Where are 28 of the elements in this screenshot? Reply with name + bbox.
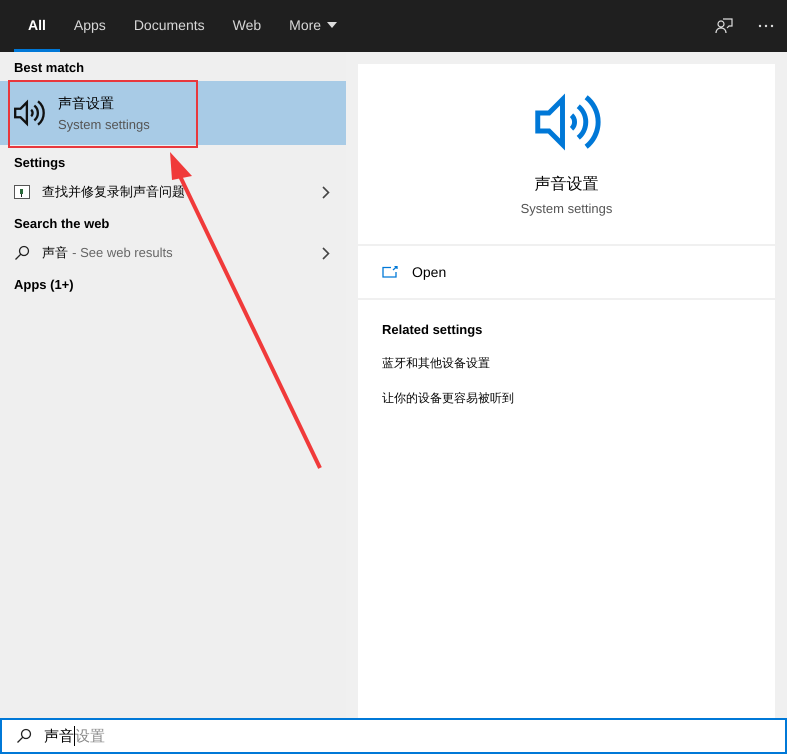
- result-subtitle: System settings: [58, 116, 150, 132]
- search-icon: [16, 728, 32, 744]
- related-heading: Related settings: [382, 322, 484, 337]
- section-heading: Settings: [13, 154, 66, 172]
- feedback-icon: [715, 17, 733, 35]
- section-heading: Best match: [13, 59, 86, 77]
- result-title: 声音设置: [58, 94, 115, 112]
- result-title[interactable]: 查找并修复录制声音问题: [42, 183, 310, 201]
- section-heading: Search the web: [13, 215, 110, 233]
- best-match-item[interactable]: 声音设置 System settings: [0, 81, 346, 145]
- tab[interactable]: More: [275, 0, 352, 52]
- chevron-icon: [322, 186, 330, 198]
- section-heading: Apps (1+): [13, 276, 75, 294]
- preview-title: 声音设置: [534, 174, 598, 195]
- search-icon: [14, 245, 30, 261]
- tab[interactable]: Apps: [60, 0, 120, 52]
- web-result[interactable]: 声音 - See web results: [42, 244, 310, 262]
- open-window-icon: [382, 266, 398, 278]
- preview-subtitle: System settings: [520, 201, 612, 216]
- chevron-icon: [322, 246, 330, 260]
- related-link[interactable]: 让你的设备更容易被听到: [382, 390, 751, 407]
- ellipsis-icon: [758, 24, 774, 28]
- tab[interactable]: Web: [218, 0, 276, 52]
- related-link[interactable]: 蓝牙和其他设备设置: [382, 355, 751, 372]
- search-field[interactable]: 声音设置: [0, 718, 787, 754]
- caret-icon: [327, 22, 338, 28]
- settings-window-icon: [14, 185, 30, 199]
- tab[interactable]: Documents: [120, 0, 219, 52]
